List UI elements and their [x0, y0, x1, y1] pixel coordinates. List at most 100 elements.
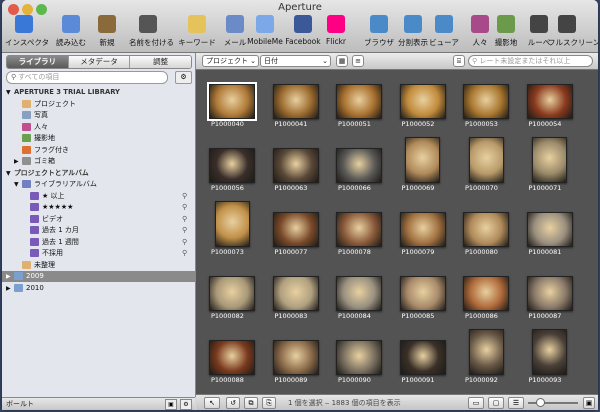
photo-thumbnail-cell[interactable]: P1000056: [201, 142, 263, 194]
sidebar-item[interactable]: プロジェクト: [2, 99, 195, 110]
disclosure-triangle-icon[interactable]: ▼: [6, 87, 14, 98]
grid-view-button[interactable]: ▦: [336, 55, 348, 67]
list-mode-button[interactable]: ☰: [508, 397, 524, 409]
toolbar-button-mobileme-cloud[interactable]: MobileMe: [246, 15, 284, 51]
photo-thumbnail-cell[interactable]: P1000040: [201, 78, 263, 130]
photo-image[interactable]: [526, 212, 573, 247]
toolbar-button-info[interactable]: インスペクタ: [5, 15, 49, 51]
sidebar-item[interactable]: ★★★★★ ⚲: [2, 202, 195, 213]
photo-thumbnail-cell[interactable]: P1000073: [201, 201, 263, 258]
toolbar-button-keyword-tag[interactable]: キーワード: [178, 15, 216, 51]
photo-image[interactable]: [399, 84, 446, 119]
smart-settings-icon[interactable]: ⚲: [182, 214, 187, 225]
toolbar-button-name-person[interactable]: 名前を付ける: [129, 15, 174, 51]
stamp-button[interactable]: ⧉: [244, 397, 258, 409]
photo-thumbnail-cell[interactable]: P1000088: [201, 334, 263, 386]
photo-image[interactable]: [463, 212, 509, 247]
photo-thumbnail-cell[interactable]: P1000093: [519, 329, 581, 386]
photo-thumbnail-cell[interactable]: P1000090: [328, 334, 390, 386]
photo-image[interactable]: [272, 148, 319, 183]
filter-hud-button[interactable]: ⌸: [453, 55, 465, 67]
photo-image[interactable]: [468, 329, 504, 375]
slider-knob[interactable]: [536, 398, 545, 407]
sidebar-item[interactable]: ★ 以上 ⚲: [2, 191, 195, 202]
photo-thumbnail-cell[interactable]: P1000092: [455, 329, 517, 386]
photo-image[interactable]: [526, 276, 573, 311]
photo-image[interactable]: [526, 84, 573, 119]
photo-image[interactable]: [336, 148, 382, 183]
photo-image[interactable]: [209, 276, 255, 311]
toolbar-button-fullscreen[interactable]: フルスクリーン: [548, 15, 598, 51]
project-popup[interactable]: プロジェクト ⌄: [202, 55, 259, 67]
rotate-button[interactable]: ↺: [226, 397, 240, 409]
photo-thumbnail-cell[interactable]: P1000069: [392, 137, 454, 194]
photo-thumbnail-cell[interactable]: P1000077: [265, 206, 327, 258]
photo-image[interactable]: [336, 84, 382, 119]
sidebar-item[interactable]: ビデオ ⚲: [2, 214, 195, 225]
rating-search-input[interactable]: ⚲ レート未設定またはそれ以上: [468, 55, 593, 67]
lift-button[interactable]: ⎘: [262, 397, 276, 409]
vault-action-button[interactable]: ⚙: [180, 399, 192, 410]
photo-image[interactable]: [405, 137, 440, 183]
photo-image[interactable]: [272, 276, 319, 311]
photo-thumbnail-cell[interactable]: P1000083: [265, 270, 327, 322]
photo-image[interactable]: [463, 276, 509, 311]
photo-thumbnail-cell[interactable]: P1000079: [392, 206, 454, 258]
photo-image[interactable]: [532, 329, 567, 375]
sidebar-section-header[interactable]: ▼ プロジェクトとアルバム: [2, 168, 195, 179]
photo-image[interactable]: [272, 84, 319, 119]
sidebar-item[interactable]: ▼ ライブラリアルバム: [2, 179, 195, 190]
photo-image[interactable]: [336, 340, 382, 375]
sidebar-item[interactable]: フラグ付き: [2, 145, 195, 156]
photo-image[interactable]: [207, 82, 257, 121]
photo-image[interactable]: [336, 276, 382, 311]
photo-thumbnail-cell[interactable]: P1000091: [392, 334, 454, 386]
photo-thumbnail-cell[interactable]: P1000087: [519, 270, 581, 322]
photo-thumbnail-cell[interactable]: P1000085: [392, 270, 454, 322]
sidebar-item[interactable]: 過去 1 週間 ⚲: [2, 237, 195, 248]
sidebar-item[interactable]: 不採用 ⚲: [2, 248, 195, 259]
photo-thumbnail-cell[interactable]: P1000053: [455, 78, 517, 130]
photo-image[interactable]: [214, 201, 250, 247]
photo-thumbnail-cell[interactable]: P1000082: [201, 270, 263, 322]
toolbar-button-viewer[interactable]: ビューア: [425, 15, 463, 51]
tab-metadata[interactable]: メタデータ: [68, 56, 131, 68]
photo-image[interactable]: [399, 340, 446, 375]
photo-thumbnail-cell[interactable]: P1000071: [519, 137, 581, 194]
photo-thumbnail-cell[interactable]: P1000063: [265, 142, 327, 194]
select-tool-button[interactable]: ↖: [204, 397, 220, 409]
smart-settings-icon[interactable]: ⚲: [182, 202, 187, 213]
smart-settings-icon[interactable]: ⚲: [182, 225, 187, 236]
photo-thumbnail-cell[interactable]: P1000086: [455, 270, 517, 322]
sidebar-item[interactable]: ▶ 2009: [2, 271, 195, 282]
smart-settings-icon[interactable]: ⚲: [182, 248, 187, 259]
photo-image[interactable]: [532, 137, 567, 183]
photo-thumbnail-cell[interactable]: P1000054: [519, 78, 581, 130]
photo-image[interactable]: [209, 340, 255, 375]
photo-thumbnail-cell[interactable]: P1000052: [392, 78, 454, 130]
photo-thumbnail-cell[interactable]: P1000051: [328, 78, 390, 130]
photo-image[interactable]: [399, 212, 446, 247]
disclosure-triangle-icon[interactable]: ▶: [6, 283, 14, 294]
photo-thumbnail-cell[interactable]: P1000080: [455, 206, 517, 258]
tab-adjustments[interactable]: 調整: [130, 56, 191, 68]
list-view-button[interactable]: ≡: [352, 55, 364, 67]
sort-popup[interactable]: 日付 ⌄: [260, 55, 331, 67]
zoom-large-button[interactable]: ▣: [583, 397, 595, 409]
disclosure-triangle-icon[interactable]: ▼: [14, 179, 22, 190]
photo-image[interactable]: [463, 84, 509, 119]
toolbar-button-import[interactable]: 読み込む: [52, 15, 90, 51]
filmstrip-button[interactable]: ▭: [468, 397, 484, 409]
disclosure-triangle-icon[interactable]: ▼: [6, 168, 14, 179]
sidebar-item[interactable]: ▶ 2010: [2, 283, 195, 294]
sidebar-section-header[interactable]: ▼ APERTURE 3 TRIAL LIBRARY: [2, 87, 195, 98]
action-gear-button[interactable]: ⚙: [175, 71, 192, 84]
disclosure-triangle-icon[interactable]: ▶: [6, 271, 14, 282]
photo-image[interactable]: [272, 340, 319, 375]
smart-settings-icon[interactable]: ⚲: [182, 191, 187, 202]
toolbar-button-new[interactable]: 新規: [88, 15, 126, 51]
photo-image[interactable]: [399, 276, 446, 311]
photo-thumbnail-cell[interactable]: P1000078: [328, 206, 390, 258]
library-search-input[interactable]: ⚲ すべての項目: [6, 71, 168, 84]
smart-settings-icon[interactable]: ⚲: [182, 237, 187, 248]
